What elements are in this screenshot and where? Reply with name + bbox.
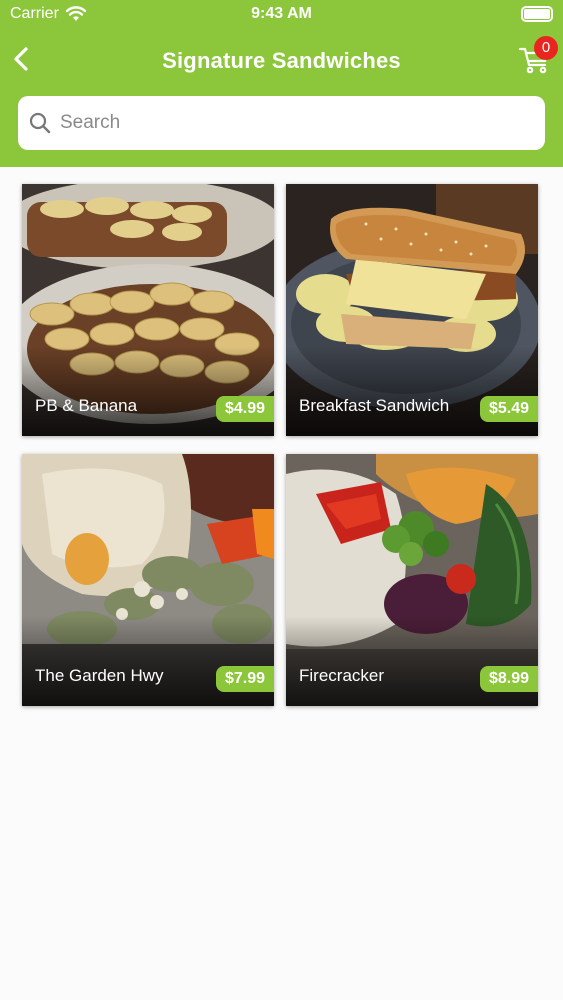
sandwich-card-garden-hwy[interactable]: The Garden Hwy $7.99 <box>22 454 274 706</box>
page-title: Signature Sandwiches <box>162 48 401 73</box>
sandwich-name: Firecracker <box>299 666 385 685</box>
price-badge: $8.99 <box>479 666 538 692</box>
search-icon <box>29 112 51 134</box>
sandwich-name: Breakfast Sandwich <box>299 396 450 415</box>
price-badge: $7.99 <box>215 666 274 692</box>
card-shade <box>286 346 538 436</box>
card-shade <box>22 616 274 706</box>
app-header: Carrier 9:43 AM Signature Sandwiches 0 <box>0 0 563 167</box>
sandwich-name: The Garden Hwy <box>35 666 164 685</box>
sandwich-card-breakfast[interactable]: Breakfast Sandwich $5.49 <box>286 184 538 436</box>
status-bar: Carrier 9:43 AM <box>0 0 563 30</box>
card-shade <box>22 346 274 436</box>
search-input[interactable] <box>60 112 520 134</box>
price-badge: $4.99 <box>215 396 274 422</box>
cart-count-badge[interactable]: 0 <box>534 36 558 60</box>
sandwich-card-firecracker[interactable]: Firecracker $8.99 <box>286 454 538 706</box>
search-bar[interactable] <box>18 96 545 150</box>
sandwich-card-pb-banana[interactable]: PB & Banana $4.99 <box>22 184 274 436</box>
battery-icon <box>521 6 553 22</box>
price-badge: $5.49 <box>479 396 538 422</box>
card-shade <box>286 616 538 706</box>
status-time: 9:43 AM <box>251 5 312 22</box>
sandwich-name: PB & Banana <box>35 396 138 415</box>
